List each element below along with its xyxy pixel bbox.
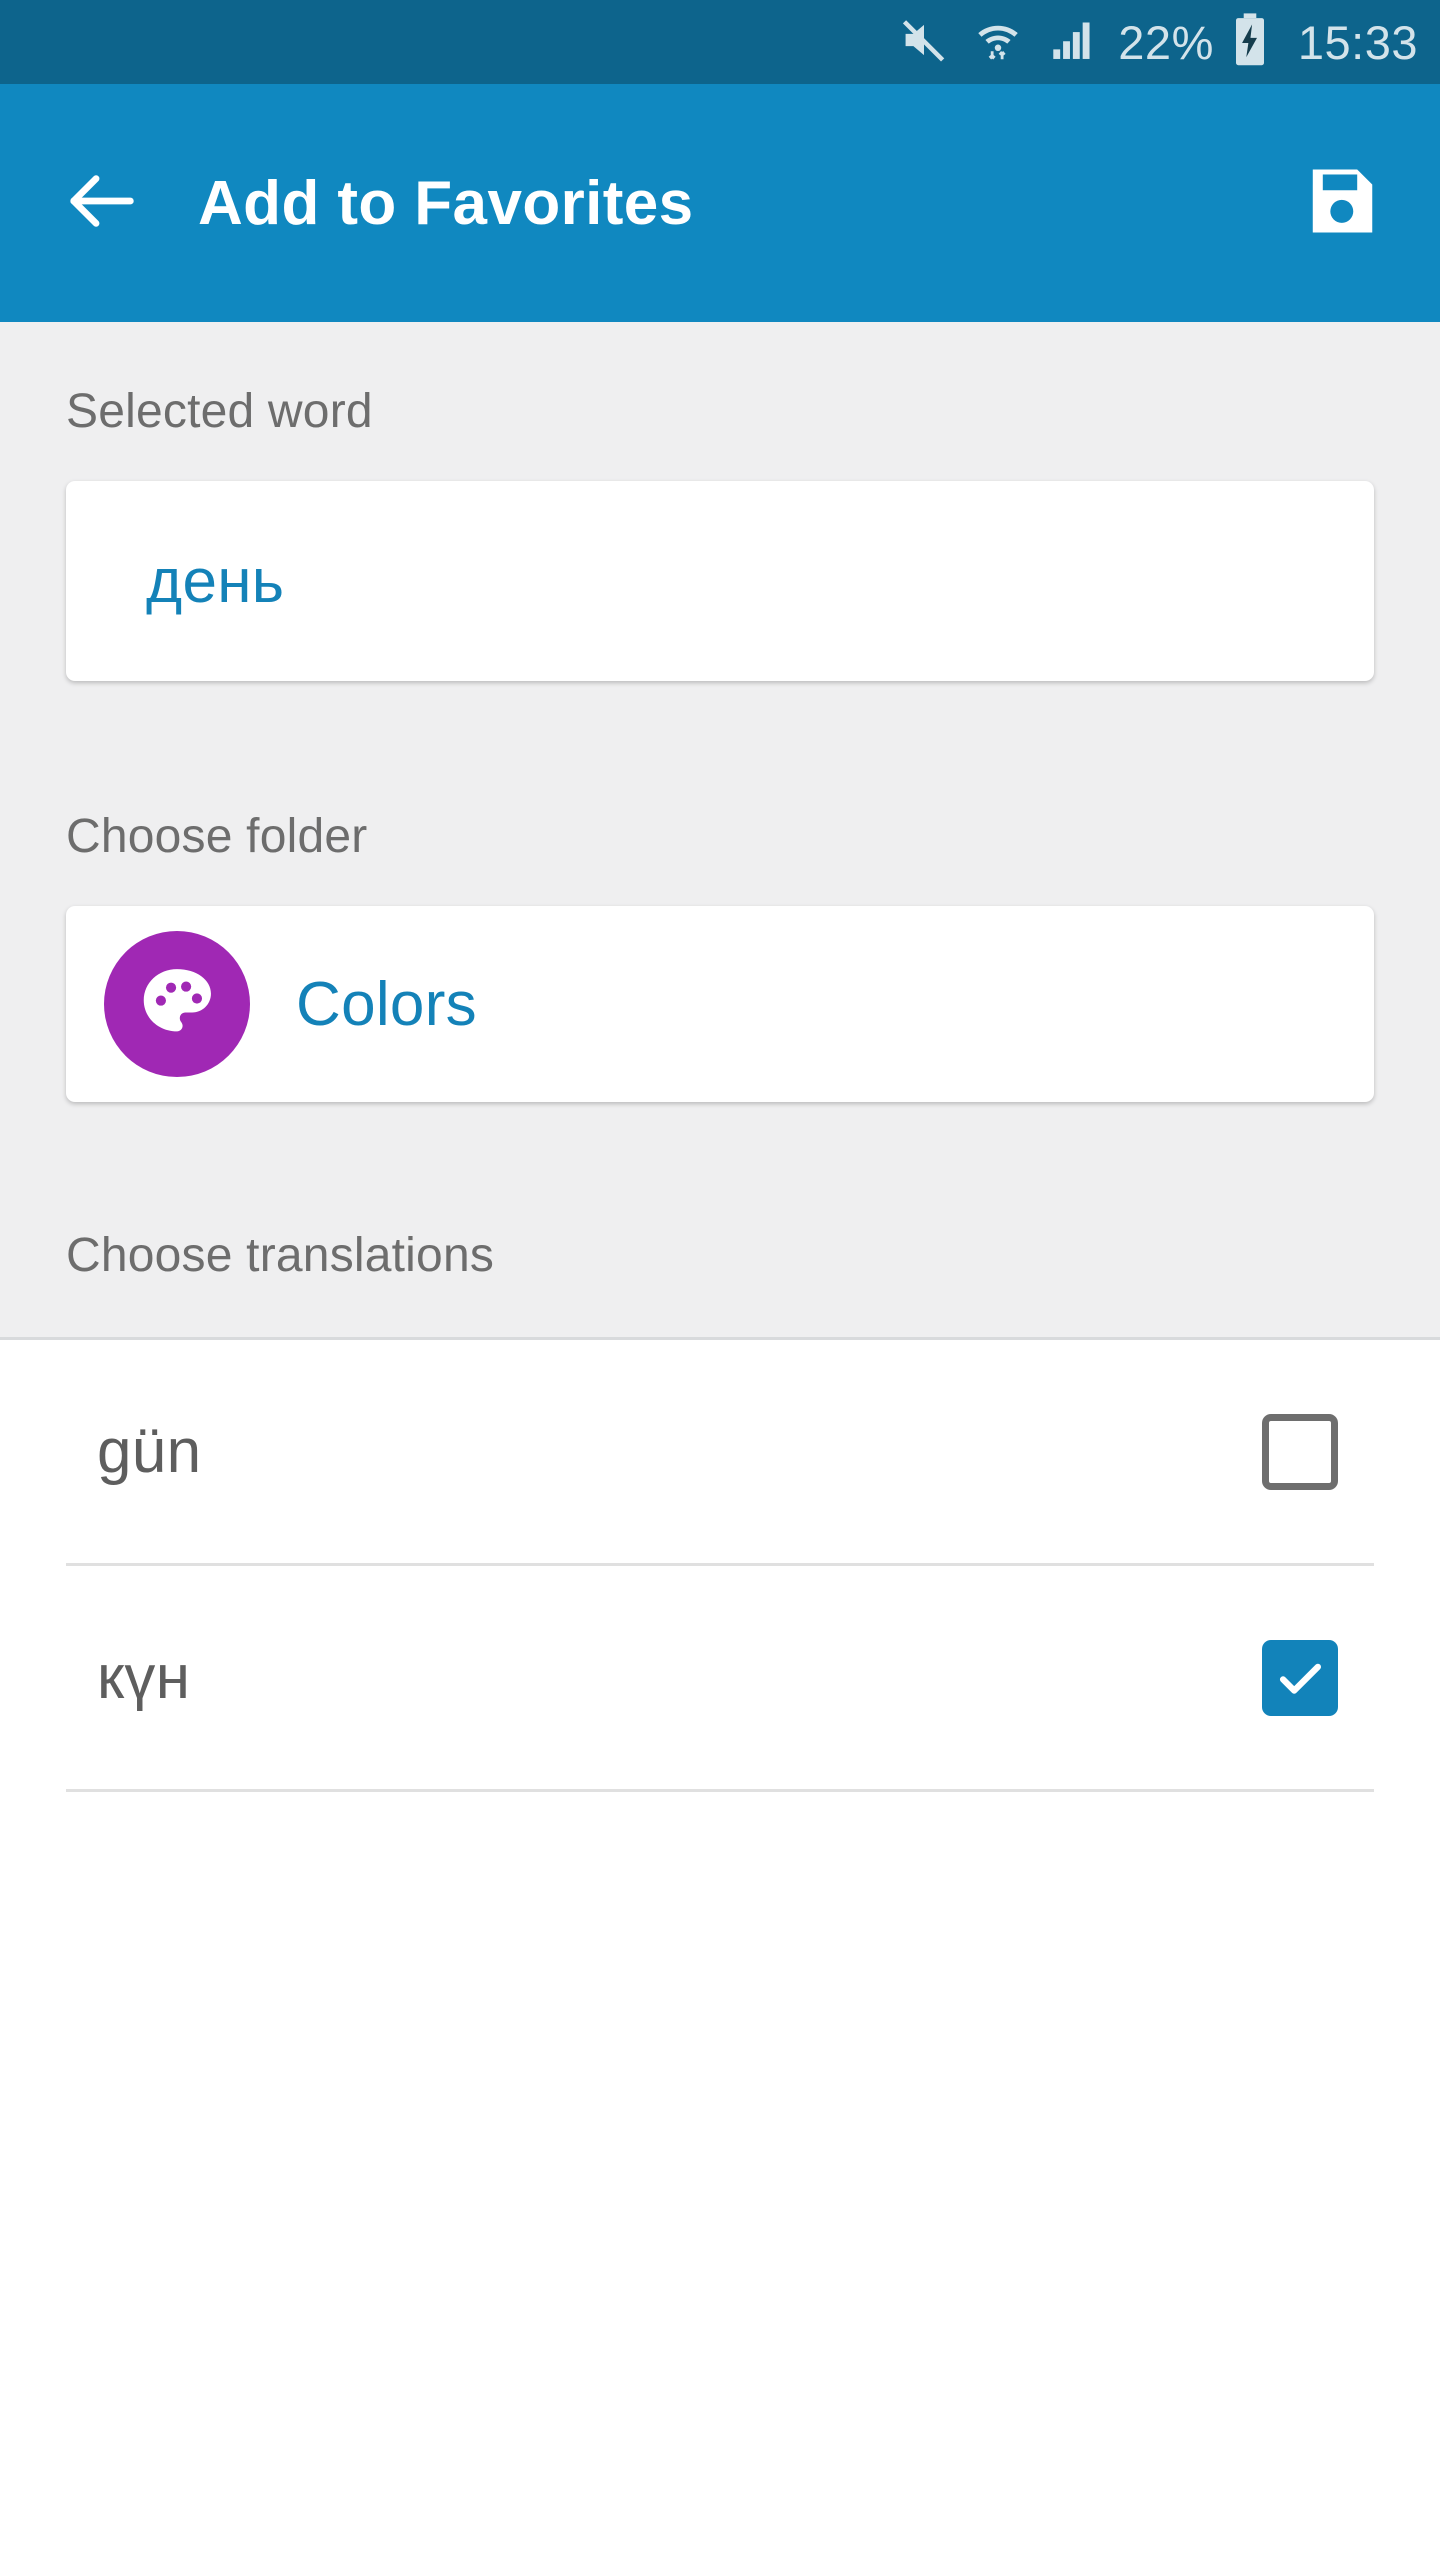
list-item[interactable]: күн bbox=[66, 1566, 1374, 1792]
status-bar: 22% 15:33 bbox=[0, 0, 1440, 84]
wifi-icon bbox=[972, 14, 1024, 71]
translation-text: күн bbox=[97, 1643, 191, 1712]
folder-name: Colors bbox=[296, 969, 477, 1039]
folder-selector-card[interactable]: Colors bbox=[66, 906, 1374, 1102]
battery-percent-label: 22% bbox=[1118, 15, 1214, 69]
translation-checkbox-unchecked[interactable] bbox=[1262, 1413, 1338, 1490]
choose-translations-label: Choose translations bbox=[66, 1229, 495, 1282]
save-button[interactable] bbox=[1292, 155, 1388, 251]
save-floppy-icon bbox=[1297, 158, 1383, 249]
signal-bars-icon bbox=[1046, 15, 1096, 70]
palette-icon bbox=[135, 960, 219, 1049]
translation-text: gün bbox=[97, 1417, 202, 1486]
empty-space bbox=[0, 1792, 1440, 2560]
selected-word-card[interactable]: день bbox=[66, 481, 1374, 681]
checkbox-on-icon bbox=[1262, 1639, 1338, 1716]
translations-list: gün күн bbox=[0, 1340, 1440, 1792]
folder-avatar bbox=[104, 931, 250, 1077]
phone-screen: 22% 15:33 Add to Favorites Selected word… bbox=[0, 0, 1440, 2560]
page-title: Add to Favorites bbox=[198, 168, 694, 238]
choose-folder-label: Choose folder bbox=[66, 810, 368, 863]
app-bar: Add to Favorites bbox=[0, 84, 1440, 322]
form-region: Selected word день Choose folder Colors … bbox=[0, 322, 1440, 1340]
checkbox-off-icon bbox=[1262, 1413, 1338, 1490]
battery-charging-icon bbox=[1232, 12, 1268, 73]
content-area: Selected word день Choose folder Colors … bbox=[0, 322, 1440, 2560]
back-arrow-icon bbox=[59, 159, 143, 248]
mute-icon bbox=[898, 14, 950, 71]
list-item[interactable]: gün bbox=[66, 1340, 1374, 1566]
selected-word-value: день bbox=[146, 546, 285, 616]
translation-checkbox-checked[interactable] bbox=[1262, 1639, 1338, 1716]
status-icons: 22% 15:33 bbox=[898, 12, 1418, 73]
clock-label: 15:33 bbox=[1297, 15, 1418, 69]
back-button[interactable] bbox=[58, 160, 144, 246]
selected-word-label: Selected word bbox=[66, 385, 373, 438]
